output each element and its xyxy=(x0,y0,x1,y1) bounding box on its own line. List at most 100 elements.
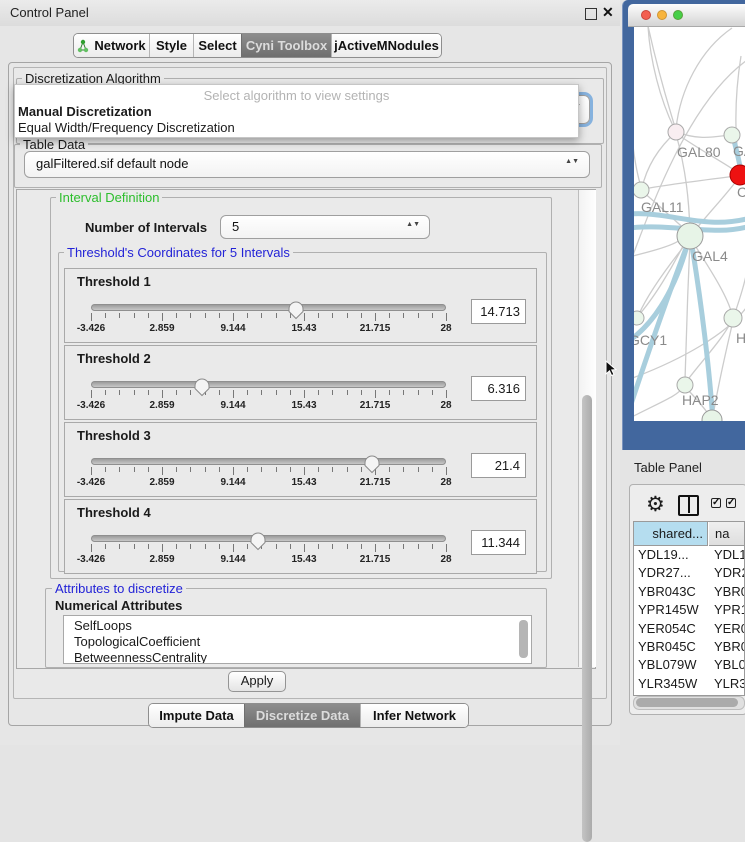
vertical-scrollbar-thumb[interactable] xyxy=(582,395,592,842)
attribute-item-betweennesscentrality[interactable]: BetweennessCentrality xyxy=(74,650,207,664)
table-row[interactable]: YBR043CYBR0 xyxy=(634,584,744,602)
table-row[interactable]: YPR145WYPR1 xyxy=(634,602,744,620)
close-icon[interactable]: ✕ xyxy=(602,4,614,21)
apply-button[interactable]: Apply xyxy=(228,671,286,692)
tick-mark xyxy=(162,390,163,398)
network-node[interactable] xyxy=(724,127,740,143)
table-row[interactable]: YER054CYER0 xyxy=(634,621,744,639)
tick-label: -3.426 xyxy=(77,554,105,565)
tab-select[interactable]: Select xyxy=(193,34,241,57)
cell-name: YDL1 xyxy=(714,547,744,562)
checkbox-icon[interactable]: ✓ xyxy=(726,498,736,508)
close-traffic-light-icon[interactable] xyxy=(641,10,651,20)
slider-thumb[interactable] xyxy=(249,531,267,551)
float-window-icon[interactable] xyxy=(585,8,597,20)
table-row[interactable]: YBL079WYBL0 xyxy=(634,657,744,675)
minimize-traffic-light-icon[interactable] xyxy=(657,10,667,20)
threshold-value-field[interactable]: 6.316 xyxy=(471,376,526,401)
horizontal-scrollbar[interactable] xyxy=(633,696,745,710)
tick-mark xyxy=(233,390,234,398)
network-node[interactable] xyxy=(634,311,644,325)
slider-thumb[interactable] xyxy=(287,300,305,320)
tick-mark xyxy=(403,544,404,549)
tab-discretize-data[interactable]: Discretize Data xyxy=(244,704,360,727)
cell-name: YLR3 xyxy=(714,676,744,691)
slider-track[interactable] xyxy=(91,535,446,542)
tab-style[interactable]: Style xyxy=(149,34,193,57)
dropdown-placeholder: Select algorithm to view settings xyxy=(15,88,578,103)
slider-track[interactable] xyxy=(91,458,446,465)
tab-infer-network[interactable]: Infer Network xyxy=(360,704,468,727)
tick-mark xyxy=(418,313,419,318)
slider-track[interactable] xyxy=(91,304,446,311)
tick-mark xyxy=(446,390,447,398)
tick-label: -3.426 xyxy=(77,400,105,411)
tab-network[interactable]: Network xyxy=(74,34,149,57)
gear-icon[interactable]: ⚙ xyxy=(646,492,665,517)
attribute-item-topologicalcoefficient[interactable]: TopologicalCoefficient xyxy=(74,634,200,649)
tick-mark xyxy=(389,313,390,318)
tick-mark xyxy=(276,390,277,395)
number-of-intervals-combobox[interactable]: 5 ▲▼ xyxy=(220,215,430,239)
table-row[interactable]: YDL19...YDL1 xyxy=(634,547,744,565)
network-node[interactable] xyxy=(702,410,722,421)
tab-impute-data[interactable]: Impute Data xyxy=(149,704,244,727)
attributes-scrollbar-thumb[interactable] xyxy=(519,620,528,658)
network-node[interactable] xyxy=(668,124,684,140)
cell-shared-name: YLR345W xyxy=(638,676,697,691)
checkbox-icon[interactable]: ✓ xyxy=(711,498,721,508)
numerical-attributes-list[interactable]: SelfLoopsTopologicalCoefficientBetweenne… xyxy=(63,615,532,664)
tick-mark xyxy=(190,313,191,318)
cell-name: YBR0 xyxy=(714,584,744,599)
horizontal-scrollbar-thumb[interactable] xyxy=(636,698,738,707)
cell-name: YPR1 xyxy=(714,602,744,617)
tab-cyni-toolbox[interactable]: Cyni Toolbox xyxy=(241,34,331,57)
tick-label: 2.859 xyxy=(149,323,174,334)
tick-mark xyxy=(162,313,163,321)
tick-label: 9.144 xyxy=(220,323,245,334)
node-label-ga: GA xyxy=(733,143,745,159)
table-data-combobox[interactable]: galFiltered.sif default node ▲▼ xyxy=(24,151,590,178)
threshold-value-field[interactable]: 21.4 xyxy=(471,453,526,478)
network-edge xyxy=(648,27,674,124)
table-row[interactable]: YLR345W YLR3 xyxy=(634,676,744,694)
table-row[interactable]: YDR27...YDR2 xyxy=(634,565,744,583)
vertical-scrollbar[interactable] xyxy=(578,190,596,667)
dropdown-option-equal-width[interactable]: Equal Width/Frequency Discretization xyxy=(18,120,235,135)
cell-shared-name: YIL053C xyxy=(638,694,689,695)
column-header-shared-name[interactable]: shared... xyxy=(634,522,708,546)
tick-mark xyxy=(176,467,177,472)
zoom-traffic-light-icon[interactable] xyxy=(673,10,683,20)
tab-jactivemnodules[interactable]: jActiveMNodules xyxy=(331,34,441,57)
tick-mark xyxy=(361,390,362,395)
table-row[interactable]: YIL053CYIL0 xyxy=(634,694,744,695)
tick-mark xyxy=(361,544,362,549)
tick-mark xyxy=(276,313,277,318)
column-header-name[interactable]: na xyxy=(709,522,745,546)
dropdown-option-manual[interactable]: Manual Discretization xyxy=(18,104,152,119)
slider-thumb[interactable] xyxy=(193,377,211,397)
threshold-value-field[interactable]: 14.713 xyxy=(471,299,526,324)
network-canvas[interactable]: GAL80GACGAL11GAL4GCY1HHAP2 xyxy=(634,27,745,421)
tick-mark xyxy=(276,544,277,549)
network-edge xyxy=(642,132,676,188)
network-node[interactable] xyxy=(724,309,742,327)
slider-track[interactable] xyxy=(91,381,446,388)
network-node[interactable] xyxy=(634,182,649,198)
network-node[interactable] xyxy=(677,223,703,249)
tick-label: 28 xyxy=(440,400,451,411)
columns-icon[interactable] xyxy=(678,495,699,516)
tick-mark xyxy=(347,313,348,318)
threshold-value-field[interactable]: 11.344 xyxy=(471,530,526,555)
tick-mark xyxy=(432,467,433,472)
tick-mark xyxy=(205,467,206,472)
attribute-item-selfloops[interactable]: SelfLoops xyxy=(74,618,132,633)
slider-thumb[interactable] xyxy=(363,454,381,474)
network-node[interactable] xyxy=(730,165,745,185)
tick-mark xyxy=(332,467,333,472)
threshold-coords-label: Threshold's Coordinates for 5 Intervals xyxy=(64,245,293,260)
network-node[interactable] xyxy=(677,377,693,393)
tick-mark xyxy=(418,390,419,395)
mouse-cursor xyxy=(604,360,618,378)
table-row[interactable]: YBR045CYBR0 xyxy=(634,639,744,657)
